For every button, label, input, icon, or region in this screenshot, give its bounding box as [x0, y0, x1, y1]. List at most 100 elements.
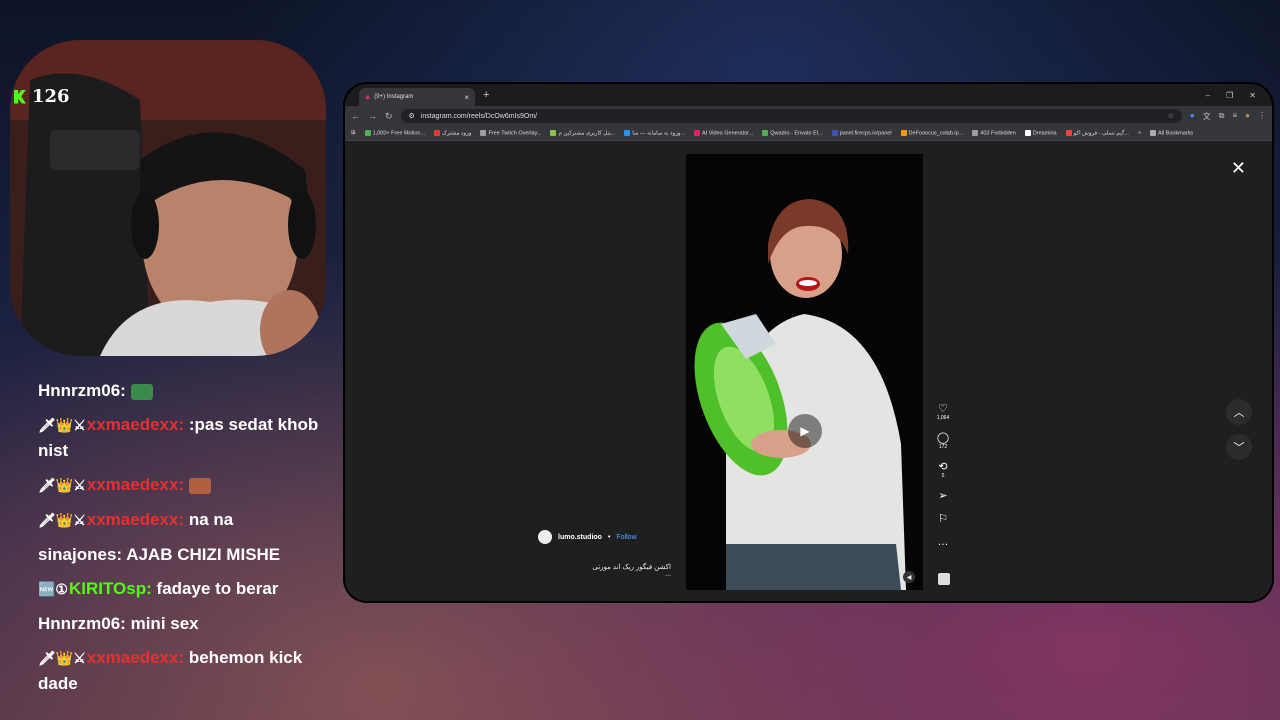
- chat-username: sinajones:: [38, 545, 123, 564]
- bookmark-item[interactable]: ورود مشترک: [434, 129, 471, 136]
- reel-video[interactable]: [686, 154, 923, 590]
- save-action[interactable]: ⚐: [938, 513, 948, 525]
- back-icon[interactable]: ←: [351, 111, 360, 121]
- browser-window: ◉ (9+) Instagram × + – ❐ ✕ ← → ↻ ⚙ insta…: [345, 84, 1272, 601]
- window-controls: – ❐ ✕: [1206, 91, 1272, 100]
- next-reel-button[interactable]: ﹀: [1226, 434, 1252, 460]
- repost-action[interactable]: ⟲ 5: [938, 461, 947, 479]
- comment-icon[interactable]: ◯: [937, 432, 949, 444]
- bookmark-item[interactable]: 403 Forbidden: [972, 129, 1016, 136]
- chat-username: Hnnrzm06:: [38, 614, 126, 633]
- repost-count: 5: [941, 473, 945, 479]
- chat-message: 🗡👑⚔xxmaedexx: :pas sedat khob nist: [38, 412, 338, 463]
- chat-username: xxmaedexx:: [86, 510, 185, 529]
- chat-message: Hnnrzm06:: [38, 378, 338, 403]
- close-icon[interactable]: ✕: [1231, 158, 1246, 179]
- bookmark-icon: [364, 129, 371, 136]
- more-bookmarks-icon[interactable]: »: [1138, 130, 1141, 136]
- caption-more[interactable]: ...: [592, 571, 671, 578]
- chat-message: 🗡👑⚔xxmaedexx: behemon kick dade: [38, 645, 338, 696]
- bookmark-icon: [762, 129, 769, 136]
- bookmark-icon: [694, 129, 701, 136]
- badge-icons: 🆕①: [38, 581, 68, 597]
- chat-text: na na: [188, 510, 234, 529]
- bookmark-icon: [434, 129, 441, 136]
- chat-username: xxmaedexx:: [86, 415, 185, 434]
- forward-icon[interactable]: →: [368, 111, 377, 121]
- chat-username: Hnnrzm06:: [38, 381, 126, 400]
- address-bar[interactable]: ⚙ instagram.com/reels/DcOw6mIs9Om/ ☆: [400, 109, 1182, 123]
- emote-icon: [130, 383, 153, 400]
- chat-text: mini sex: [130, 614, 199, 633]
- kick-logo-icon: [14, 89, 26, 104]
- translate-icon[interactable]: 文: [1203, 111, 1211, 122]
- bookmark-item[interactable]: Qwadro - Envato El...: [762, 129, 823, 136]
- heart-icon[interactable]: ♡: [938, 403, 948, 415]
- bookmark-icon: [624, 129, 631, 136]
- close-window-icon[interactable]: ✕: [1249, 91, 1256, 100]
- chevron-down-icon: ﹀: [1233, 442, 1245, 454]
- previous-reel-button[interactable]: ︿: [1226, 399, 1252, 425]
- menu-icon[interactable]: ⋮: [1258, 111, 1266, 122]
- all-bookmarks[interactable]: All Bookmarks: [1150, 129, 1193, 136]
- reel-caption: اکشن فیگور ریک اند مورتی ...: [592, 563, 671, 578]
- bookmark-icon: [1024, 129, 1031, 136]
- play-icon[interactable]: ▶: [788, 414, 822, 448]
- bookmark-item[interactable]: panel.firecps.io/panel: [831, 129, 892, 136]
- comment-action[interactable]: ◯ 172: [937, 432, 949, 450]
- badge-icons: 🗡👑⚔: [38, 512, 86, 528]
- badge-icons: 🗡👑⚔: [38, 477, 86, 493]
- site-info-icon[interactable]: ⚙: [409, 112, 415, 120]
- bookmark-item[interactable]: DeFooocus_colab.ip...: [900, 129, 963, 136]
- repost-icon[interactable]: ⟲: [938, 461, 947, 473]
- minimize-icon[interactable]: –: [1206, 91, 1210, 100]
- instagram-icon: ◉: [365, 94, 371, 101]
- like-action[interactable]: ♡ 1,064: [937, 403, 950, 421]
- reel-frame-image: [686, 154, 923, 590]
- comment-count: 172: [938, 444, 948, 450]
- follow-button[interactable]: Follow: [616, 534, 636, 541]
- bookmark-icon: [831, 129, 838, 136]
- puzzle-icon[interactable]: ⧉: [1219, 111, 1225, 122]
- restore-icon[interactable]: ❐: [1226, 91, 1233, 100]
- tab-instagram[interactable]: ◉ (9+) Instagram ×: [359, 88, 475, 106]
- profile-avatar[interactable]: ●: [1245, 111, 1250, 122]
- account-name[interactable]: lumo.studioo: [558, 534, 602, 541]
- emote-icon: [188, 477, 211, 494]
- reload-icon[interactable]: ↻: [385, 111, 393, 122]
- bookmark-item[interactable]: ورود به سامانه — سا...: [624, 129, 685, 136]
- bookmark-item[interactable]: 1,000+ Free Motion...: [364, 129, 425, 136]
- account-avatar[interactable]: [538, 530, 552, 544]
- bookmark-item[interactable]: گیم نسلی - فروش اکو...: [1065, 129, 1129, 136]
- bookmark-item[interactable]: Dreamina: [1024, 129, 1057, 136]
- like-count: 1,064: [936, 415, 950, 421]
- send-icon[interactable]: ➢: [938, 490, 947, 502]
- mute-icon[interactable]: ◀: [903, 571, 915, 583]
- bookmark-item[interactable]: پنل کاربری مشترکین م...: [550, 129, 615, 136]
- close-tab-icon[interactable]: ×: [464, 93, 469, 102]
- share-action[interactable]: ➢: [938, 490, 947, 502]
- viewer-count: 126: [14, 86, 70, 107]
- extension-icon[interactable]: ●: [1190, 111, 1195, 122]
- chat-text: fadaye to berar: [156, 579, 279, 598]
- browser-toolbar: ← → ↻ ⚙ instagram.com/reels/DcOw6mIs9Om/…: [345, 106, 1272, 126]
- chat-message: Hnnrzm06: mini sex: [38, 611, 338, 636]
- bookmark-star-icon[interactable]: ☆: [1168, 112, 1174, 120]
- new-tab-button[interactable]: +: [483, 89, 489, 101]
- audio-thumbnail[interactable]: [938, 573, 950, 585]
- chat-message: 🗡👑⚔xxmaedexx: na na: [38, 507, 338, 533]
- caption-text: اکشن فیگور ریک اند مورتی: [592, 564, 671, 571]
- reel-account[interactable]: lumo.studioo • Follow: [538, 530, 637, 544]
- bookmark-icon: [1065, 129, 1072, 136]
- reel-actions: ♡ 1,064 ◯ 172 ⟲ 5 ➢ ⚐ …: [935, 403, 951, 559]
- apps-icon[interactable]: ⊞: [351, 130, 356, 136]
- media-icon[interactable]: ≡: [1232, 111, 1237, 122]
- bookmark-item[interactable]: AI Video Generator...: [694, 129, 753, 136]
- bookmark-item[interactable]: Free Twitch Overlay...: [480, 129, 541, 136]
- chat-username: KIRITOsp:: [68, 579, 152, 598]
- more-action[interactable]: …: [938, 536, 949, 548]
- chat-message: 🗡👑⚔xxmaedexx:: [38, 472, 338, 498]
- more-icon[interactable]: …: [938, 536, 949, 548]
- viewer-count-value: 126: [32, 86, 70, 107]
- bookmark-icon[interactable]: ⚐: [938, 513, 948, 525]
